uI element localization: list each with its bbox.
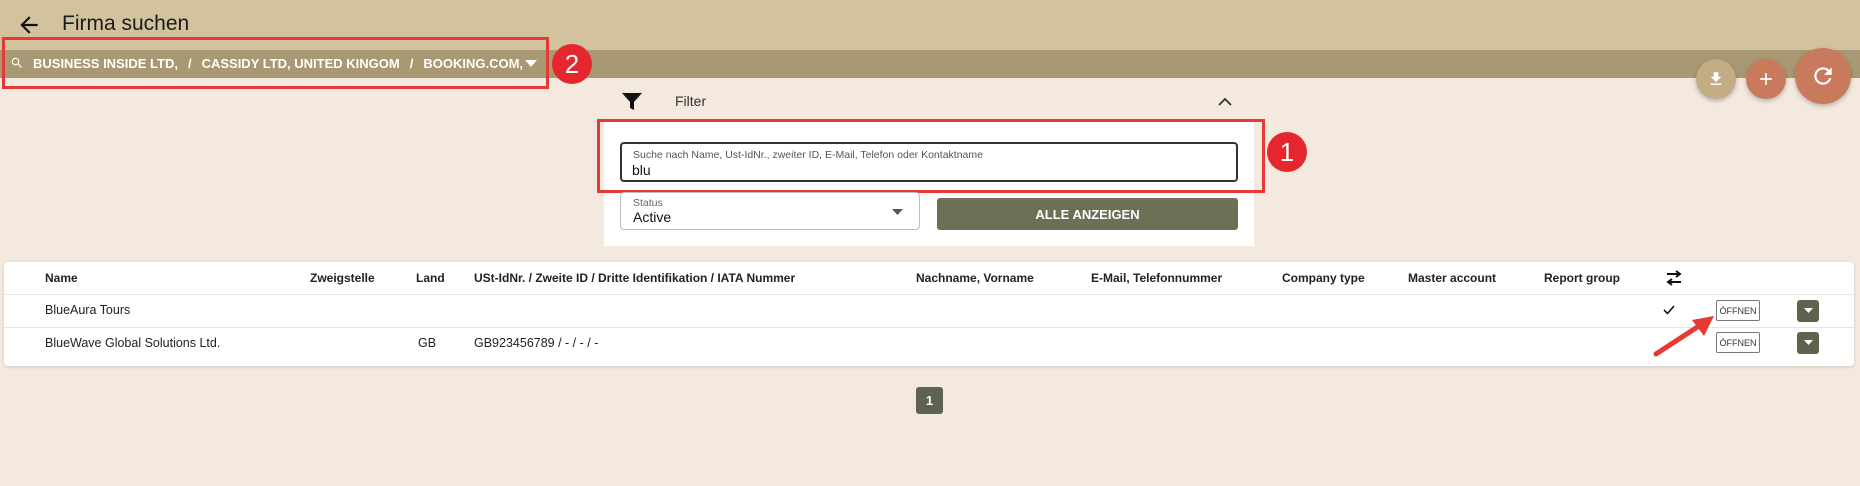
chevron-up-icon[interactable]: [1218, 96, 1232, 106]
row-divider: [4, 327, 1854, 328]
annotation-marker-2: 2: [552, 44, 592, 84]
column-header-name[interactable]: Name: [45, 271, 78, 285]
filter-title: Filter: [675, 93, 707, 109]
dropdown-arrow-icon: [1803, 308, 1813, 313]
download-button[interactable]: [1696, 59, 1736, 99]
cell-name: BlueWave Global Solutions Ltd.: [45, 336, 221, 350]
status-value: Active: [633, 209, 672, 225]
download-icon: [1710, 72, 1722, 85]
column-header-report-group[interactable]: Report group: [1544, 271, 1620, 285]
plus-icon: [1760, 73, 1772, 85]
swap-icon[interactable]: [1664, 270, 1684, 286]
column-header-country[interactable]: Land: [416, 271, 445, 285]
dropdown-arrow-icon: [1803, 340, 1813, 345]
open-button[interactable]: ÖFFNEN: [1716, 332, 1760, 353]
row-menu-button[interactable]: [1797, 332, 1819, 354]
status-select[interactable]: Status Active: [620, 192, 920, 230]
column-header-branch[interactable]: Zweigstelle: [310, 271, 375, 285]
refresh-icon: [1814, 67, 1832, 85]
column-header-company-type[interactable]: Company type: [1282, 271, 1365, 285]
annotation-marker-1: 1: [1267, 132, 1307, 172]
cell-country: GB: [418, 336, 437, 350]
show-all-button[interactable]: ALLE ANZEIGEN: [937, 198, 1238, 230]
annotation-box-2: [2, 37, 549, 89]
status-label: Status: [633, 197, 663, 209]
open-button[interactable]: ÖFFNEN: [1716, 300, 1760, 321]
row-divider: [4, 294, 1854, 295]
column-header-email-phone[interactable]: E-Mail, Telefonnummer: [1091, 271, 1222, 285]
dropdown-arrow-icon: [892, 209, 903, 215]
cell-name: BlueAura Tours: [45, 303, 131, 317]
add-button[interactable]: [1746, 59, 1786, 99]
cell-ids: GB923456789 / - / - / -: [474, 336, 599, 350]
page-title: Firma suchen: [62, 12, 190, 35]
annotation-arrow: [1653, 316, 1714, 357]
row-menu-button[interactable]: [1797, 300, 1819, 322]
back-arrow-icon[interactable]: [16, 12, 42, 38]
column-header-contact-name[interactable]: Nachname, Vorname: [916, 271, 1034, 285]
refresh-button[interactable]: [1795, 48, 1851, 104]
annotation-box-1: [597, 119, 1265, 193]
column-header-master-account[interactable]: Master account: [1408, 271, 1496, 285]
pagination-page[interactable]: 1: [916, 387, 943, 414]
filter-icon: [622, 93, 642, 110]
column-header-ids[interactable]: USt-IdNr. / Zweite ID / Dritte Identifik…: [474, 271, 795, 285]
